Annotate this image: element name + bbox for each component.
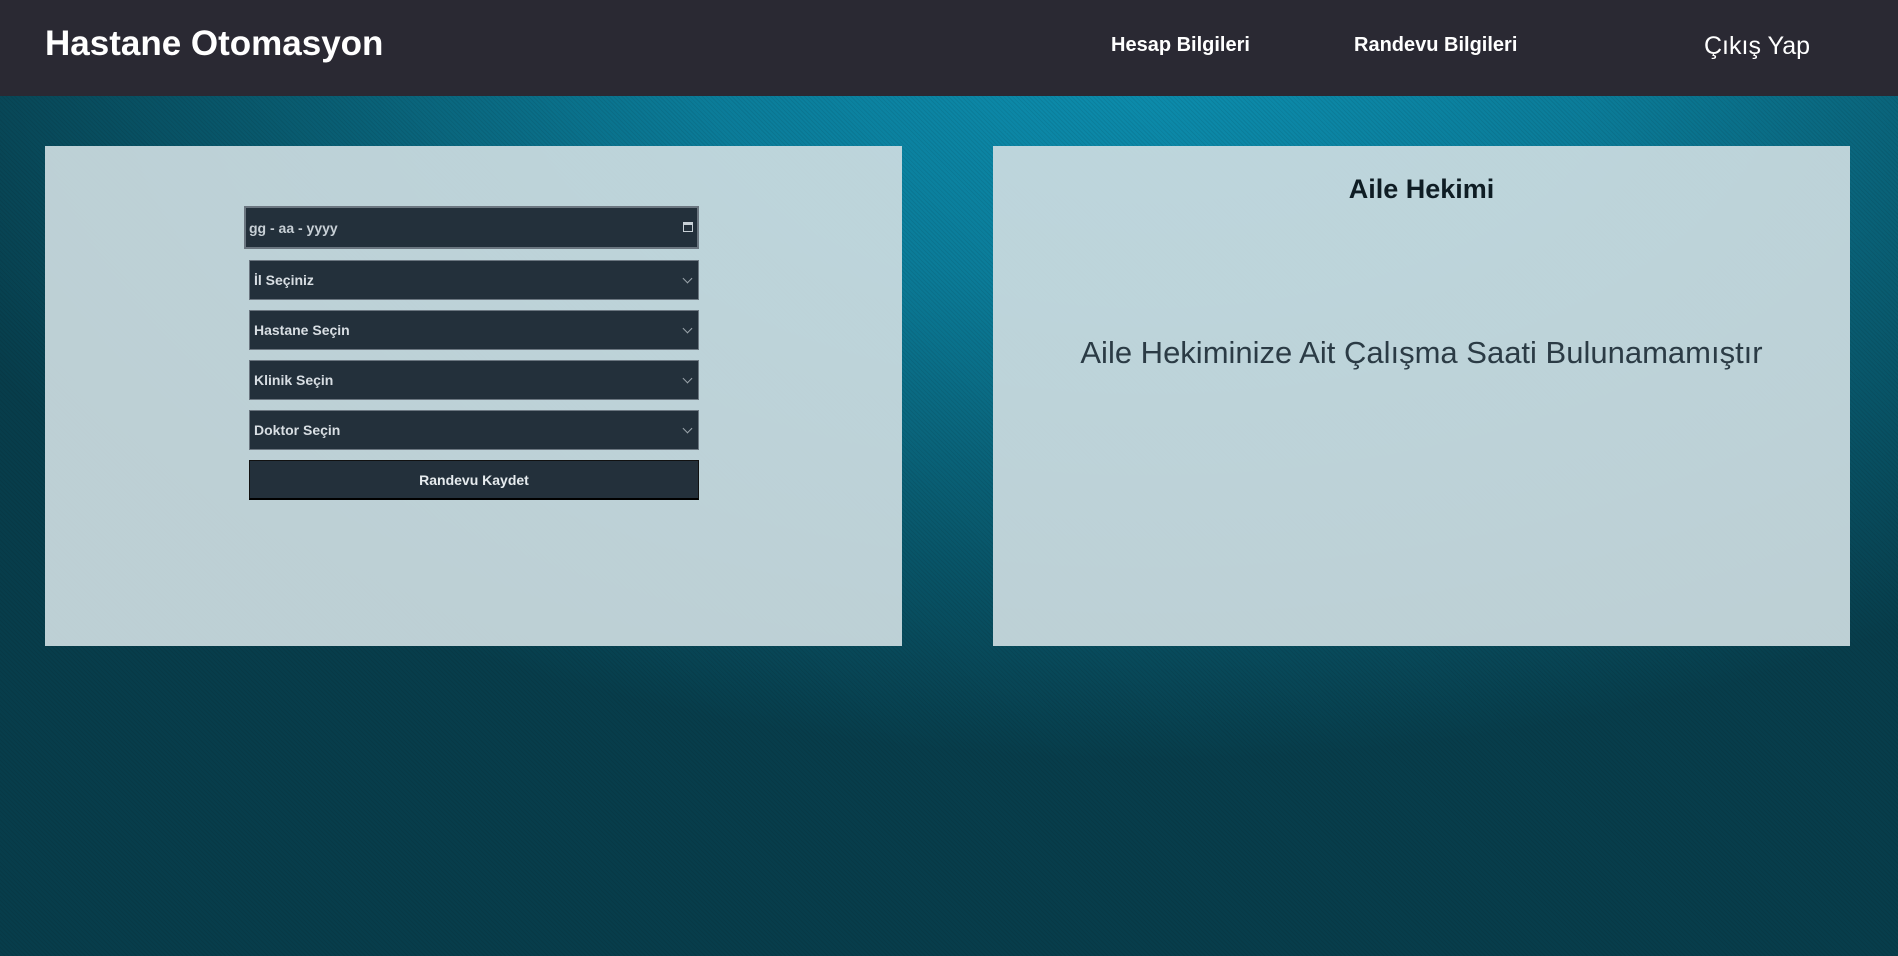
date-input[interactable]: gg - aa - yyyy [244,206,699,249]
nav-appointment-info[interactable]: Randevu Bilgileri [1354,34,1517,57]
chevron-down-icon [682,273,693,284]
chevron-down-icon [682,373,693,384]
top-navbar: Hastane Otomasyon Hesap Bilgileri Randev… [0,0,1898,96]
no-working-hours-message: Aile Hekiminize Ait Çalışma Saati Buluna… [1080,335,1763,370]
hospital-select-label: Hastane Seçin [254,322,350,338]
chevron-down-icon [682,423,693,434]
hospital-select[interactable]: Hastane Seçin [249,310,699,350]
nav-account-info[interactable]: Hesap Bilgileri [1111,34,1250,57]
clinic-select-label: Klinik Seçin [254,372,334,388]
calendar-icon[interactable] [683,222,693,232]
doctor-select-label: Doktor Seçin [254,422,341,438]
doctor-select[interactable]: Doktor Seçin [249,410,699,450]
appointment-form-panel: gg - aa - yyyy İl Seçiniz Hastane Seçin … [45,146,902,646]
save-appointment-button[interactable]: Randevu Kaydet [249,460,699,500]
chevron-down-icon [682,323,693,334]
province-select-label: İl Seçiniz [254,272,314,288]
province-select[interactable]: İl Seçiniz [249,260,699,300]
family-doctor-title: Aile Hekimi [1348,174,1495,204]
date-placeholder: gg - aa - yyyy [249,219,338,236]
brand-title[interactable]: Hastane Otomasyon [45,24,383,64]
logout-link[interactable]: Çıkış Yap [1704,32,1810,61]
clinic-select[interactable]: Klinik Seçin [249,360,699,400]
family-doctor-panel: Aile Hekimi Aile Hekiminize Ait Çalışma … [993,146,1850,646]
